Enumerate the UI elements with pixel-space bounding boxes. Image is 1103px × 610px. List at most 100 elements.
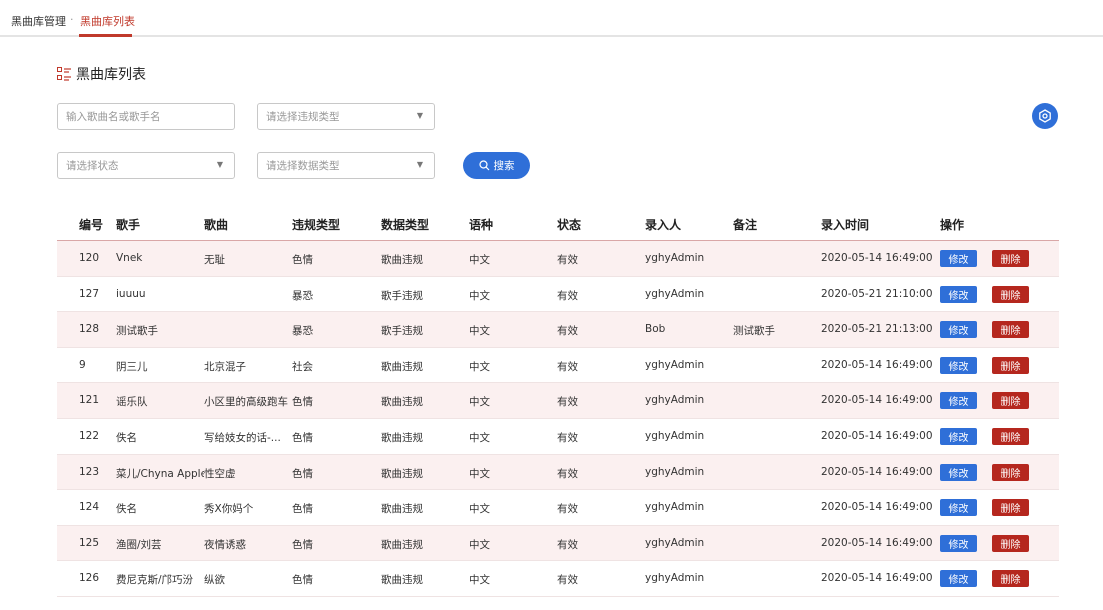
cell-data-type: 歌手违规 — [381, 289, 423, 302]
cell-entered-by: yghyAdmin — [645, 501, 705, 514]
cell-violation-type: 色情 — [292, 503, 313, 516]
edit-button[interactable]: 修改 — [940, 285, 977, 303]
cell-singer: Vnek — [116, 252, 143, 264]
keyword-search-input[interactable]: 输入歌曲名或歌手名 — [57, 103, 235, 130]
search-button[interactable]: 搜索 — [463, 152, 530, 179]
cell-id: 128 — [79, 323, 100, 336]
breadcrumb-bar: 黑曲库管理 · 黑曲库列表 — [0, 0, 1103, 37]
cell-status: 有效 — [557, 431, 578, 444]
cell-song: 秀X你妈个 — [204, 503, 254, 516]
delete-button[interactable]: 删除 — [992, 570, 1029, 588]
cell-song: 写给妓女的话-... — [204, 431, 281, 444]
cell-status: 有效 — [557, 325, 578, 338]
cell-entered-at: 2020-05-14 16:49:00 — [821, 536, 933, 549]
cell-violation-type: 暴恐 — [292, 325, 313, 338]
cell-entered-at: 2020-05-21 21:13:00 — [821, 323, 933, 336]
cell-song: 小区里的高级跑车 — [204, 396, 288, 409]
cell-singer: 渔圈/刘芸 — [116, 538, 162, 551]
delete-button[interactable]: 删除 — [992, 499, 1029, 517]
cell-entered-by: yghyAdmin — [645, 572, 705, 585]
list-icon — [57, 67, 71, 81]
edit-button[interactable]: 修改 — [940, 463, 977, 481]
cell-language: 中文 — [469, 467, 490, 480]
cell-singer: 阴三儿 — [116, 360, 148, 373]
cell-entered-by: yghyAdmin — [645, 358, 705, 371]
cell-status: 有效 — [557, 467, 578, 480]
cell-data-type: 歌曲违规 — [381, 254, 423, 266]
cell-data-type: 歌曲违规 — [381, 396, 423, 409]
table-row: 128 测试歌手 暴恐 歌手违规 中文 有效 Bob 测试歌手 2020-05-… — [57, 312, 1059, 348]
cell-violation-type: 社会 — [292, 360, 313, 373]
cell-language: 中文 — [469, 254, 490, 266]
cell-entered-by: yghyAdmin — [645, 394, 705, 407]
violation-type-placeholder: 请选择违规类型 — [266, 111, 340, 123]
delete-button[interactable]: 删除 — [992, 427, 1029, 445]
cell-entered-at: 2020-05-14 16:49:00 — [821, 252, 933, 264]
cell-id: 126 — [79, 572, 100, 585]
edit-button[interactable]: 修改 — [940, 427, 977, 445]
delete-button[interactable]: 删除 — [992, 392, 1029, 410]
edit-button[interactable]: 修改 — [940, 392, 977, 410]
search-icon — [478, 160, 489, 171]
blacklist-table: 编号 歌手 歌曲 违规类型 数据类型 语种 状态 录入人 备注 录入时间 操作 … — [57, 205, 1059, 597]
edit-button[interactable]: 修改 — [940, 570, 977, 588]
header-id: 编号 — [79, 218, 104, 232]
data-type-select[interactable]: 请选择数据类型 ▼ — [257, 152, 435, 179]
cell-violation-type: 色情 — [292, 254, 313, 266]
header-actions: 操作 — [940, 218, 965, 232]
cell-song: 北京混子 — [204, 360, 246, 373]
delete-button[interactable]: 删除 — [992, 250, 1029, 267]
header-entered-by: 录入人 — [645, 218, 682, 232]
status-select[interactable]: 请选择状态 ▼ — [57, 152, 235, 179]
cell-id: 123 — [79, 465, 100, 478]
delete-button[interactable]: 删除 — [992, 321, 1029, 339]
delete-button[interactable]: 删除 — [992, 356, 1029, 374]
delete-button[interactable]: 删除 — [992, 463, 1029, 481]
cell-id: 127 — [79, 287, 100, 300]
cell-entered-at: 2020-05-21 21:10:00 — [821, 287, 933, 300]
cell-violation-type: 色情 — [292, 431, 313, 444]
cell-data-type: 歌曲违规 — [381, 467, 423, 480]
cell-violation-type: 色情 — [292, 467, 313, 480]
cell-id: 9 — [79, 358, 86, 371]
delete-button[interactable]: 删除 — [992, 534, 1029, 552]
caret-down-icon: ▼ — [416, 111, 423, 120]
breadcrumb-active-underline — [79, 34, 132, 37]
cell-status: 有效 — [557, 360, 578, 373]
delete-button[interactable]: 删除 — [992, 285, 1029, 303]
cell-note: 测试歌手 — [733, 325, 775, 338]
cell-entered-by: yghyAdmin — [645, 287, 705, 300]
cell-entered-by: yghyAdmin — [645, 252, 705, 264]
edit-button[interactable]: 修改 — [940, 356, 977, 374]
cell-status: 有效 — [557, 538, 578, 551]
edit-button[interactable]: 修改 — [940, 250, 977, 267]
data-type-placeholder: 请选择数据类型 — [266, 160, 340, 172]
cell-song: 纵欲 — [204, 574, 225, 587]
cell-language: 中文 — [469, 503, 490, 516]
page-title-text: 黑曲库列表 — [76, 67, 146, 83]
table-row: 123 菜儿/Chyna Apple 性空虚 色情 歌曲违规 中文 有效 ygh… — [57, 454, 1059, 491]
settings-button[interactable] — [1032, 103, 1058, 129]
edit-button[interactable]: 修改 — [940, 321, 977, 339]
cell-entered-at: 2020-05-14 16:49:00 — [821, 358, 933, 371]
breadcrumb-root[interactable]: 黑曲库管理 — [11, 13, 66, 29]
table-row: 9 阴三儿 北京混子 社会 歌曲违规 中文 有效 yghyAdmin 2020-… — [57, 348, 1059, 384]
cell-data-type: 歌曲违规 — [381, 574, 423, 587]
cell-entered-at: 2020-05-14 16:49:00 — [821, 429, 933, 442]
cell-language: 中文 — [469, 396, 490, 409]
cell-data-type: 歌曲违规 — [381, 503, 423, 516]
cell-song: 性空虚 — [204, 467, 236, 480]
gear-icon — [1039, 109, 1051, 123]
edit-button[interactable]: 修改 — [940, 499, 977, 517]
status-placeholder: 请选择状态 — [66, 160, 119, 172]
table-row: 126 费尼克斯/邝巧汾 纵欲 色情 歌曲违规 中文 有效 yghyAdmin … — [57, 561, 1059, 597]
cell-language: 中文 — [469, 360, 490, 373]
table-row: 122 佚名 写给妓女的话-... 色情 歌曲违规 中文 有效 yghyAdmi… — [57, 419, 1059, 455]
breadcrumb-current[interactable]: 黑曲库列表 — [80, 13, 135, 29]
cell-language: 中文 — [469, 574, 490, 587]
table-row: 125 渔圈/刘芸 夜情诱惑 色情 歌曲违规 中文 有效 yghyAdmin 2… — [57, 525, 1059, 562]
violation-type-select[interactable]: 请选择违规类型 ▼ — [257, 103, 435, 130]
edit-button[interactable]: 修改 — [940, 534, 977, 552]
table-header: 编号 歌手 歌曲 违规类型 数据类型 语种 状态 录入人 备注 录入时间 操作 — [57, 205, 1059, 241]
cell-language: 中文 — [469, 325, 490, 338]
